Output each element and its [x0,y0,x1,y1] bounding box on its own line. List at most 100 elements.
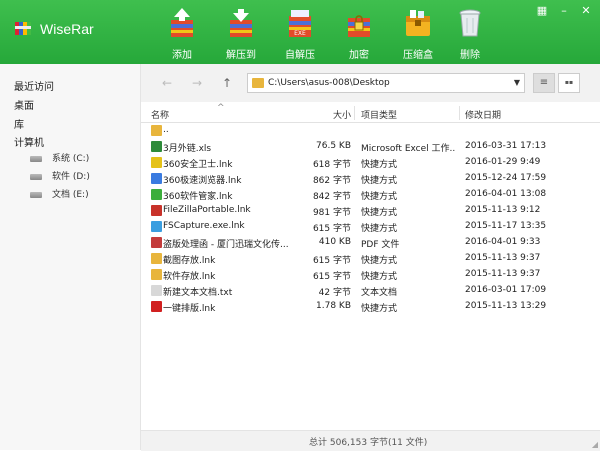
status-text: 总计 506,153 字节(11 文件) [309,438,428,448]
drive-icon [30,155,42,162]
extract-to-icon [230,9,252,37]
sidebar-item-desktop[interactable]: 桌面 [14,97,34,112]
compress-box-icon [406,10,430,36]
file-name: .. [163,125,169,135]
file-row[interactable]: FSCapture.exe.lnk 615 字节 快捷方式 2015-11-17 13… [141,219,600,235]
file-row[interactable]: 截图存放.lnk 615 字节 快捷方式 2015-11-13 9:37 [141,251,600,267]
column-header: 名称 ^ 大小 项目类型 修改日期 [141,103,600,123]
add-label: 添加 [172,50,192,61]
add-icon [171,8,193,37]
column-divider[interactable] [354,106,355,120]
path-field[interactable]: C:\Users\asus-008\Desktop ▼ [247,73,525,93]
file-row[interactable]: 360软件管家.lnk 842 字节 快捷方式 2016-04-01 13:08 [141,187,600,203]
encrypt-icon [348,15,370,37]
file-date: 2016-04-01 9:33 [465,237,541,247]
sidebar-item-computer[interactable]: 计算机 [14,134,44,149]
file-size: 42 字节 [318,288,351,298]
delete-label: 删除 [460,50,480,61]
sidebar-item-recent[interactable]: 最近访问 [14,78,54,93]
svg-text:EXE: EXE [294,30,306,37]
app-title: WiseRar [40,21,94,37]
file-date: 2016-03-31 17:13 [465,141,547,151]
file-row[interactable]: 360安全卫士.lnk 618 字节 快捷方式 2016-01-29 9:49 [141,155,600,171]
chevron-down-icon[interactable]: ▼ [514,78,520,87]
delete-button[interactable]: 删除 [448,4,492,62]
add-button[interactable]: 添加 [160,4,204,62]
self-extract-icon: EXE [289,10,311,37]
sidebar-item-drive-d[interactable]: 软件 (D:) [30,170,90,184]
file-size: 842 字节 [312,192,351,202]
file-row[interactable]: 盗版处理函 - 厦门迅瑞文化传... 410 KB PDF 文件 2016-04-01… [141,235,600,251]
title-bar: WiseRar 添加 解压到 EXE 自解压 加密 压缩盒 删除 ▦ – ✕ [0,0,600,64]
file-row[interactable]: .. [141,123,600,139]
up-button[interactable]: ↑ [220,76,234,90]
file-date: 2016-01-29 9:49 [465,157,541,167]
minimize-button[interactable]: – [556,4,572,18]
file-icon [151,125,162,136]
drive-label: 文档 (E:) [52,190,89,200]
back-button[interactable]: ← [160,76,174,90]
folder-icon [252,78,264,88]
encrypt-button[interactable]: 加密 [337,4,381,62]
file-row[interactable]: FileZillaPortable.lnk 981 字节 快捷方式 2015-11-1… [141,203,600,219]
file-type: PDF 文件 [361,240,400,250]
column-date[interactable]: 修改日期 [465,108,501,121]
file-row[interactable]: 3月外链.xls 76.5 KB Microsoft Excel 工作... 2016… [141,139,600,155]
compress-box-button[interactable]: 压缩盒 [396,4,440,62]
file-date: 2015-11-17 13:35 [465,221,547,231]
menu-button[interactable]: ▦ [534,4,550,18]
encrypt-label: 加密 [349,50,369,61]
file-type: 快捷方式 [361,304,398,314]
resize-grip-icon[interactable]: ◢ [592,440,598,449]
file-date: 2016-04-01 13:08 [465,189,547,199]
file-date: 2015-11-13 9:37 [465,269,541,279]
column-name[interactable]: 名称 [151,108,169,121]
sidebar-item-library[interactable]: 库 [14,116,24,131]
grid-view-button[interactable]: ▪▪ [558,73,580,93]
drive-label: 系统 (C:) [52,154,90,164]
app-logo-icon [15,22,31,35]
file-size: 410 KB [318,237,351,247]
file-size: 1.78 KB [316,301,351,311]
status-bar: 总计 506,153 字节(11 文件) ◢ [141,430,600,451]
column-divider[interactable] [459,106,460,120]
file-size: 615 字节 [312,224,351,234]
close-button[interactable]: ✕ [578,4,594,18]
file-type: 快捷方式 [361,176,398,186]
path-text: C:\Users\asus-008\Desktop [268,78,390,88]
file-type: 快捷方式 [361,192,398,202]
delete-icon [459,9,481,37]
file-size: 862 字节 [312,176,351,186]
sidebar-item-drive-c[interactable]: 系统 (C:) [30,152,89,166]
drive-label: 软件 (D:) [52,172,90,182]
sidebar-item-drive-e[interactable]: 文档 (E:) [30,188,89,202]
drive-icon [30,173,42,180]
drive-icon [30,191,42,198]
file-type: 文本文档 [361,288,398,298]
file-date: 2015-11-13 9:37 [465,253,541,263]
file-size: 618 字节 [312,160,351,170]
file-row[interactable]: 一键排版.lnk 1.78 KB 快捷方式 2015-11-13 13:29 [141,299,600,315]
extract-to-label: 解压到 [226,50,256,61]
forward-button[interactable]: → [190,76,204,90]
file-row[interactable]: 新建文本文档.txt 42 字节 文本文档 2016-03-01 17:09 [141,283,600,299]
file-size: 615 字节 [312,272,351,282]
file-row[interactable]: 360极速浏览器.lnk 862 字节 快捷方式 2015-12-24 17:59 [141,171,600,187]
compress-box-label: 压缩盒 [403,50,433,61]
column-type[interactable]: 项目类型 [361,108,397,121]
file-date: 2015-11-13 9:12 [465,205,541,215]
column-size[interactable]: 大小 [333,108,351,121]
extract-to-button[interactable]: 解压到 [219,4,263,62]
file-date: 2015-11-13 13:29 [465,301,547,311]
file-type: 快捷方式 [361,208,398,218]
self-extract-button[interactable]: EXE 自解压 [278,4,322,62]
file-size: 76.5 KB [316,141,351,151]
file-type: 快捷方式 [361,272,398,282]
file-type: 快捷方式 [361,256,398,266]
file-size: 615 字节 [312,256,351,266]
file-type: 快捷方式 [361,160,398,170]
file-row[interactable]: 软件存放.lnk 615 字节 快捷方式 2015-11-13 9:37 [141,267,600,283]
sort-arrow-icon: ^ [217,103,225,113]
file-size: 981 字节 [312,208,351,218]
list-view-button[interactable]: ≡ [533,73,555,93]
